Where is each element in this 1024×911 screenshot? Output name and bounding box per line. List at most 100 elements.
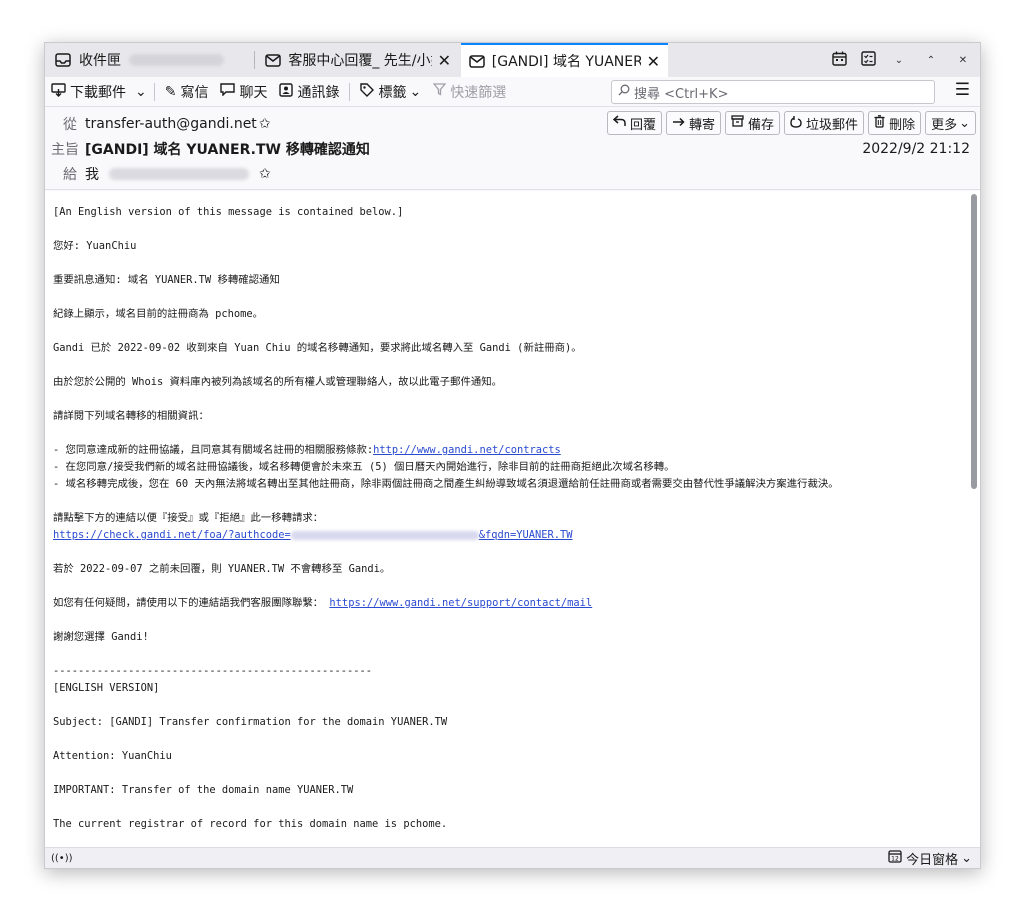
forward-button[interactable]: 轉寄: [666, 111, 722, 135]
support-contact-link[interactable]: https://www.gandi.net/support/contact/ma…: [329, 597, 592, 609]
more-button[interactable]: 更多 ⌄: [925, 111, 976, 135]
subject-label: 主旨: [51, 142, 79, 158]
chat-label: 聊天: [239, 84, 268, 101]
body-line: Subject: [GANDI] Transfer confirmation f…: [53, 716, 448, 728]
from-label: 從: [63, 117, 77, 133]
tasks-icon[interactable]: [861, 50, 876, 70]
reply-icon: [612, 115, 626, 131]
to-label: 給: [63, 167, 77, 183]
archive-button[interactable]: 備存: [725, 111, 781, 135]
redacted-account: [129, 54, 224, 66]
from-row: 從 transfer-auth@gandi.net ✩: [63, 114, 271, 134]
junk-label: 垃圾郵件: [806, 117, 859, 133]
contact-text: 如您有任何疑問，請使用以下的連結語我們客服團隊聯繫：: [53, 597, 330, 609]
toolbar-divider: [153, 82, 155, 101]
redacted-email: [109, 168, 249, 180]
download-dropdown[interactable]: ⌄: [132, 79, 150, 105]
junk-button[interactable]: 垃圾郵件: [784, 111, 865, 135]
chevron-down-icon: ⌄: [959, 115, 970, 131]
to-address[interactable]: 我: [85, 164, 99, 184]
inbox-icon: [53, 53, 73, 67]
delete-button[interactable]: 刪除: [868, 111, 922, 135]
quick-filter-label: 快速篩選: [450, 84, 507, 101]
toolbar-divider: [349, 82, 351, 101]
connection-icon: ((•)): [51, 852, 73, 864]
download-label: 下載郵件: [70, 84, 126, 101]
message-header: 從 transfer-auth@gandi.net ✩ 主旨 [GANDI] 域…: [45, 108, 980, 190]
tab-gandi-message[interactable]: [GANDI] 域名 YUANER.TW ✕: [461, 43, 668, 77]
chevron-down-icon: ⌄: [409, 83, 422, 100]
trash-icon: [874, 114, 885, 132]
calendar-icon: 12: [888, 849, 902, 867]
body-line: 請點擊下方的連結以便『接受』或『拒絕』此一移轉請求：: [53, 512, 324, 524]
main-toolbar: 下載郵件 ⌄ ✎ 寫信 聊天 通訊錄 標籤 ⌄ 快速篩選 搜尋 <Ctrl+K>…: [45, 77, 980, 107]
body-line: - 在您同意/接受我們新的域名註冊協議後，域名移轉便會於未來五 (5) 個日曆天…: [53, 461, 675, 473]
chat-button[interactable]: 聊天: [214, 79, 273, 105]
confirm-transfer-link[interactable]: https://check.gandi.net/foa/?authcode= &f…: [53, 529, 573, 541]
body-line: [An English version of this message is c…: [53, 206, 404, 218]
link-prefix: https://check.gandi.net/foa/?authcode=: [53, 529, 291, 541]
close-icon[interactable]: ✕: [438, 51, 451, 70]
envelope-icon: [469, 54, 486, 68]
download-messages-button[interactable]: 下載郵件: [45, 79, 132, 105]
body-line: 謝謝您選擇 Gandi!: [53, 631, 149, 643]
envelope-icon: [264, 53, 282, 67]
archive-label: 備存: [748, 117, 775, 133]
maximize-button[interactable]: ⌃: [922, 51, 940, 69]
reply-button[interactable]: 回覆: [607, 111, 663, 135]
today-pane-label: 今日窗格: [906, 852, 959, 868]
close-window-button[interactable]: ✕: [954, 51, 972, 69]
body-line: - 域名移轉完成後，您在 60 天內無法將域名轉出至其他註冊商，除非兩個註冊商之…: [53, 478, 839, 490]
junk-icon: [790, 115, 802, 132]
tab-label: [GANDI] 域名 YUANER.TW: [491, 54, 641, 70]
search-placeholder: 搜尋 <Ctrl+K>: [634, 86, 729, 102]
body-line: Attention: YuanChiu: [53, 750, 172, 762]
calendar-icon[interactable]: [832, 51, 847, 70]
svg-text:12: 12: [891, 856, 899, 863]
window-controls: ⌄ ⌃ ✕: [832, 43, 972, 77]
contracts-link[interactable]: http://www.gandi.net/contracts: [373, 444, 561, 456]
message-date: 2022/9/2 21:12: [862, 141, 970, 157]
link-suffix: &fqdn=YUANER.TW: [478, 529, 573, 541]
tag-icon: [360, 82, 375, 101]
tab-label: 收件匣: [79, 53, 121, 69]
download-icon: [51, 82, 66, 101]
tab-label: 客服中心回覆_ 先生/小姐: [288, 53, 432, 69]
hamburger-menu-icon[interactable]: ☰: [955, 80, 970, 100]
more-label: 更多: [931, 117, 958, 133]
body-line: The current registrar of record for this…: [53, 818, 448, 830]
from-address[interactable]: transfer-auth@gandi.net: [85, 116, 257, 132]
star-icon[interactable]: ✩: [259, 166, 271, 182]
body-line: 請詳閱下列域名轉移的相關資訊：: [53, 410, 209, 422]
delete-label: 刪除: [889, 117, 916, 133]
reply-label: 回覆: [630, 117, 657, 133]
tab-divider: [254, 51, 255, 69]
write-button[interactable]: ✎ 寫信: [159, 79, 215, 105]
addressbook-button[interactable]: 通訊錄: [273, 79, 345, 105]
addressbook-icon: [279, 82, 294, 101]
message-body: [An English version of this message is c…: [45, 191, 980, 849]
to-row: 給 我 ✩: [63, 164, 271, 184]
tab-inbox[interactable]: 收件匣: [45, 43, 253, 77]
tab-support-reply[interactable]: 客服中心回覆_ 先生/小姐 ✕: [256, 43, 459, 77]
body-line: - 您同意達成新的註冊協議，且同意其有關域名註冊的相關服務條款:http://w…: [53, 442, 963, 459]
message-text: [An English version of this message is c…: [53, 204, 963, 849]
scrollbar-thumb[interactable]: [971, 194, 977, 489]
close-icon[interactable]: ✕: [647, 52, 660, 71]
today-pane-button[interactable]: 12 今日窗格 ⌄: [888, 849, 972, 868]
body-line: https://check.gandi.net/foa/?authcode= &f…: [53, 527, 963, 544]
body-line: 由於您於公開的 Whois 資料庫內被列為該域名的所有權人或管理聯絡人，故以此電…: [53, 376, 503, 388]
filter-icon: [432, 83, 447, 100]
status-bar: ((•)) 12 今日窗格 ⌄: [45, 847, 980, 868]
quick-filter-button[interactable]: 快速篩選: [427, 79, 512, 105]
search-icon: [618, 84, 630, 100]
minimize-button[interactable]: ⌄: [890, 51, 908, 69]
terms-text: - 您同意達成新的註冊協議，且同意其有關域名註冊的相關服務條款:: [53, 444, 374, 456]
body-line: 紀錄上顯示，域名目前的註冊商為 pchome。: [53, 308, 264, 320]
tags-button[interactable]: 標籤 ⌄: [354, 79, 427, 105]
addressbook-label: 通訊錄: [297, 84, 340, 101]
search-input[interactable]: 搜尋 <Ctrl+K>: [611, 80, 935, 104]
write-label: 寫信: [180, 84, 209, 101]
tab-bar: 收件匣 客服中心回覆_ 先生/小姐 ✕ [GANDI] 域名 YUANER.TW…: [45, 43, 980, 77]
star-icon[interactable]: ✩: [259, 116, 271, 132]
